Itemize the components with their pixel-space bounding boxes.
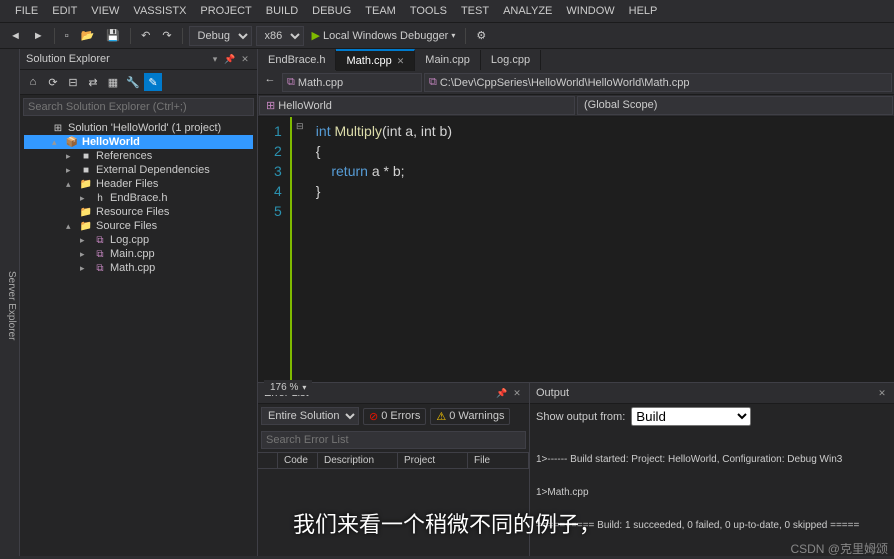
project-node[interactable]: ▴📦HelloWorld: [24, 135, 253, 149]
pin-icon[interactable]: 📌: [224, 53, 236, 65]
tree-item[interactable]: ▴📁Source Files: [24, 219, 253, 233]
nav-back-icon[interactable]: ←: [260, 73, 280, 92]
config-select[interactable]: Debug: [189, 26, 252, 46]
undo-icon[interactable]: ↶: [137, 27, 154, 44]
tool-icon[interactable]: ⚙: [472, 27, 490, 44]
solution-search-input[interactable]: [23, 98, 254, 116]
debug-button[interactable]: ▶Local Windows Debugger▾: [308, 27, 460, 44]
path-combo[interactable]: ⧉C:\Dev\CppSeries\HelloWorld\HelloWorld\…: [424, 73, 892, 92]
close-icon[interactable]: ✕: [511, 387, 523, 399]
tree-item[interactable]: ▸⧉Math.cpp: [24, 261, 253, 275]
scope-left[interactable]: ⊞ HelloWorld: [259, 96, 575, 115]
menu-item[interactable]: BUILD: [259, 2, 305, 20]
sync-icon[interactable]: ⇄: [84, 73, 102, 91]
close-icon[interactable]: ✕: [397, 56, 405, 67]
menu-item[interactable]: PROJECT: [193, 2, 258, 20]
collapse-icon[interactable]: ⊟: [64, 73, 82, 91]
redo-icon[interactable]: ↷: [158, 27, 175, 44]
menu-item[interactable]: VASSISTX: [126, 2, 193, 20]
solution-explorer-panel: Solution Explorer ▾📌✕ ⌂ ⟳ ⊟ ⇄ ▦ 🔧 ✎ ⊞Sol…: [20, 49, 258, 556]
panel-title: Solution Explorer: [26, 53, 110, 65]
editor-area: EndBrace.hMath.cpp✕Main.cppLog.cpp ← ⧉Ma…: [258, 49, 894, 556]
close-icon[interactable]: ✕: [876, 387, 888, 399]
file-combo[interactable]: ⧉Math.cpp: [282, 73, 422, 92]
properties-icon[interactable]: 🔧: [124, 73, 142, 91]
tree-item[interactable]: ▸⧉Log.cpp: [24, 233, 253, 247]
output-source-select[interactable]: Build: [631, 407, 751, 426]
home-icon[interactable]: ⌂: [24, 73, 42, 91]
menu-item[interactable]: DEBUG: [305, 2, 358, 20]
subtitle-text: 我们来看一个稍微不同的例子，: [0, 507, 894, 539]
scope-select[interactable]: Entire Solution: [261, 407, 359, 425]
pin-icon[interactable]: 📌: [496, 387, 508, 399]
menu-item[interactable]: WINDOW: [559, 2, 621, 20]
editor-tab[interactable]: Main.cpp: [415, 50, 481, 70]
scope-right[interactable]: (Global Scope): [577, 96, 893, 115]
code-editor[interactable]: 12345 ⊟ int Multiply(int a, int b) { ret…: [258, 117, 894, 382]
menu-item[interactable]: FILE: [8, 2, 45, 20]
platform-select[interactable]: x86: [256, 26, 304, 46]
side-tab-strip: Server Explorer Toolbox: [0, 49, 20, 556]
main-toolbar: ◄ ► ▫ 📂 💾 ↶ ↷ Debug x86 ▶Local Windows D…: [0, 23, 894, 49]
dropdown-icon[interactable]: ▾: [209, 53, 221, 65]
tab-bar: EndBrace.hMath.cpp✕Main.cppLog.cpp: [258, 49, 894, 71]
wrench-icon[interactable]: ✎: [144, 73, 162, 91]
menu-bar: FILEEDITVIEWVASSISTXPROJECTBUILDDEBUGTEA…: [0, 0, 894, 23]
warnings-filter[interactable]: ⚠0 Warnings: [430, 408, 510, 425]
solution-toolbar: ⌂ ⟳ ⊟ ⇄ ▦ 🔧 ✎: [20, 70, 257, 95]
menu-item[interactable]: TEST: [454, 2, 496, 20]
menu-item[interactable]: EDIT: [45, 2, 84, 20]
server-explorer-tab[interactable]: Server Explorer: [4, 267, 19, 344]
menu-item[interactable]: ANALYZE: [496, 2, 559, 20]
line-gutter: 12345: [258, 117, 290, 382]
nav-fwd-icon[interactable]: ►: [29, 28, 48, 44]
open-icon[interactable]: 📂: [77, 27, 99, 44]
solution-tree[interactable]: ⊞Solution 'HelloWorld' (1 project) ▴📦Hel…: [20, 119, 257, 556]
close-icon[interactable]: ✕: [239, 53, 251, 65]
show-all-icon[interactable]: ▦: [104, 73, 122, 91]
tree-item[interactable]: ▸⧉Main.cpp: [24, 247, 253, 261]
save-icon[interactable]: 💾: [102, 27, 124, 44]
watermark: CSDN @克里姆颂: [790, 540, 888, 557]
tree-item[interactable]: ▴📁Header Files: [24, 177, 253, 191]
tree-item[interactable]: ▸hEndBrace.h: [24, 191, 253, 205]
zoom-control[interactable]: 176 %▾: [264, 380, 312, 395]
tree-item[interactable]: ▸■References: [24, 149, 253, 163]
error-search-input[interactable]: [261, 431, 526, 449]
tree-item[interactable]: ▸■External Dependencies: [24, 163, 253, 177]
menu-item[interactable]: TOOLS: [403, 2, 454, 20]
menu-item[interactable]: HELP: [622, 2, 665, 20]
menu-item[interactable]: VIEW: [84, 2, 126, 20]
new-icon[interactable]: ▫: [61, 28, 73, 44]
errors-filter[interactable]: ⊘0 Errors: [363, 408, 426, 425]
editor-tab[interactable]: Math.cpp✕: [336, 49, 415, 71]
editor-tab[interactable]: Log.cpp: [481, 50, 541, 70]
menu-item[interactable]: TEAM: [358, 2, 403, 20]
refresh-icon[interactable]: ⟳: [44, 73, 62, 91]
editor-tab[interactable]: EndBrace.h: [258, 50, 336, 70]
nav-back-icon[interactable]: ◄: [6, 28, 25, 44]
tree-item[interactable]: 📁Resource Files: [24, 205, 253, 219]
